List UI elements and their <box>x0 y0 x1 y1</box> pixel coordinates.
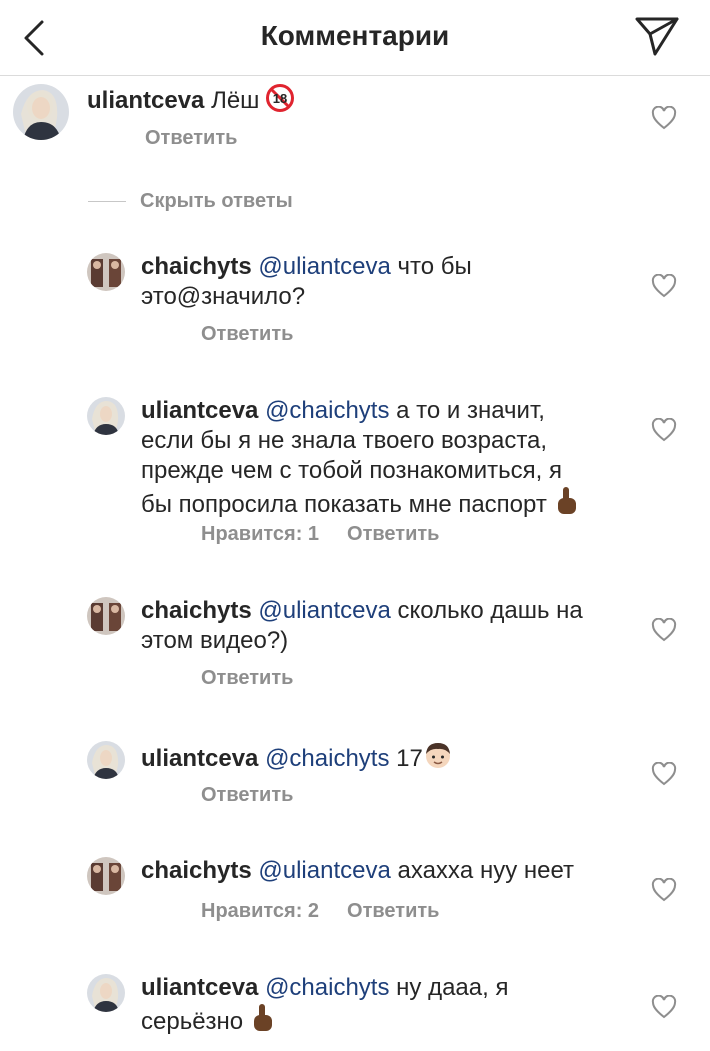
index-pointing-up-emoji <box>253 1004 272 1031</box>
comment-body-line: если бы я не знала твоего возраста, <box>141 427 548 454</box>
mention-link[interactable]: @chaichyts <box>265 397 389 424</box>
comment-username[interactable]: chaichyts <box>141 597 252 624</box>
comment-body: ну дааа, я <box>396 974 509 1001</box>
comment-actions: Ответить <box>201 323 293 346</box>
comment-username[interactable]: uliantceva <box>141 745 258 772</box>
comment-body: сколько дашь на <box>397 597 583 624</box>
avatar[interactable] <box>87 974 125 1012</box>
age-badge-text: 18 <box>273 91 287 106</box>
comment-actions: Нравится: 2 Ответить <box>201 900 439 923</box>
comment-body-line: серьёзно <box>141 1008 244 1035</box>
reply-button[interactable]: Ответить <box>201 784 293 806</box>
avatar[interactable] <box>87 253 125 291</box>
reply-button[interactable]: Ответить <box>201 323 293 345</box>
reply-text: chaichyts @uliantceva ахаxxa нуу неет <box>141 856 631 886</box>
index-pointing-up-emoji <box>557 487 576 514</box>
comment-username[interactable]: chaichyts <box>141 253 252 280</box>
heart-outline-icon[interactable] <box>651 762 677 786</box>
heart-outline-icon[interactable] <box>651 618 677 642</box>
comment-actions: Ответить <box>145 127 237 150</box>
mention-link[interactable]: @chaichyts <box>265 974 389 1001</box>
heart-outline-icon[interactable] <box>651 418 677 442</box>
comment-body: 17 <box>396 745 423 772</box>
hide-replies-line <box>88 201 126 202</box>
mention-link[interactable]: @chaichyts <box>265 745 389 772</box>
comment-body-line: прежде чем с тобой познакомиться, я <box>141 457 562 484</box>
comment-body: Лёш <box>211 87 260 114</box>
reply-text: uliantceva @chaichyts 17 <box>141 740 631 774</box>
comment-actions: Ответить <box>201 784 293 807</box>
mention-link[interactable]: @uliantceva <box>258 253 390 280</box>
comment-body-line: этом видео?) <box>141 627 289 654</box>
mention-link[interactable]: @uliantceva <box>258 597 390 624</box>
avatar[interactable] <box>87 597 125 635</box>
comment-actions: Нравится: 1 Ответить <box>201 523 439 546</box>
comment-actions: Ответить <box>201 667 293 690</box>
share-button[interactable] <box>634 16 680 58</box>
avatar[interactable] <box>87 741 125 779</box>
header-bar: Комментарии <box>0 0 710 76</box>
avatar[interactable] <box>13 84 69 140</box>
comment-username[interactable]: chaichyts <box>141 857 252 884</box>
reply-text: uliantceva @chaichyts ну дааа, я серьёзн… <box>141 973 631 1037</box>
no-one-under-18-emoji: 18 <box>266 84 295 112</box>
reply-text: uliantceva @chaichyts а то и значит, есл… <box>141 396 651 520</box>
reply-button[interactable]: Ответить <box>347 900 439 922</box>
comment-username[interactable]: uliantceva <box>141 974 258 1001</box>
avatar[interactable] <box>87 397 125 435</box>
comment-text: uliantceva Лёш 18 <box>87 84 647 116</box>
comment-username[interactable]: uliantceva <box>87 87 204 114</box>
heart-outline-icon[interactable] <box>651 878 677 902</box>
heart-outline-icon[interactable] <box>651 995 677 1019</box>
reply-button[interactable]: Ответить <box>347 523 439 545</box>
mention-link[interactable]: @uliantceva <box>258 857 390 884</box>
paper-plane-icon <box>635 17 679 56</box>
avatar[interactable] <box>87 857 125 895</box>
comment-body: а то и значит, <box>396 397 545 424</box>
reply-button[interactable]: Ответить <box>145 127 237 149</box>
comment-body-line: это@значило? <box>141 283 306 310</box>
reply-text: chaichyts @uliantceva что бы это@значило… <box>141 252 631 312</box>
heart-outline-icon[interactable] <box>651 106 677 130</box>
heart-outline-icon[interactable] <box>651 274 677 298</box>
likes-count[interactable]: Нравится: 2 <box>201 900 319 922</box>
reply-button[interactable]: Ответить <box>201 667 293 689</box>
reply-text: chaichyts @uliantceva сколько дашь на эт… <box>141 596 631 656</box>
page-title: Комментарии <box>260 20 450 51</box>
comment-username[interactable]: uliantceva <box>141 397 258 424</box>
comment-body: ахаxxa нуу неет <box>397 857 575 884</box>
comment-body: что бы <box>397 253 472 280</box>
boy-emoji <box>425 743 450 768</box>
comment-body-line: бы попросила показать мне паспорт <box>141 491 547 518</box>
likes-count[interactable]: Нравится: 1 <box>201 523 319 545</box>
hide-replies-button[interactable]: Скрыть ответы <box>140 190 293 213</box>
